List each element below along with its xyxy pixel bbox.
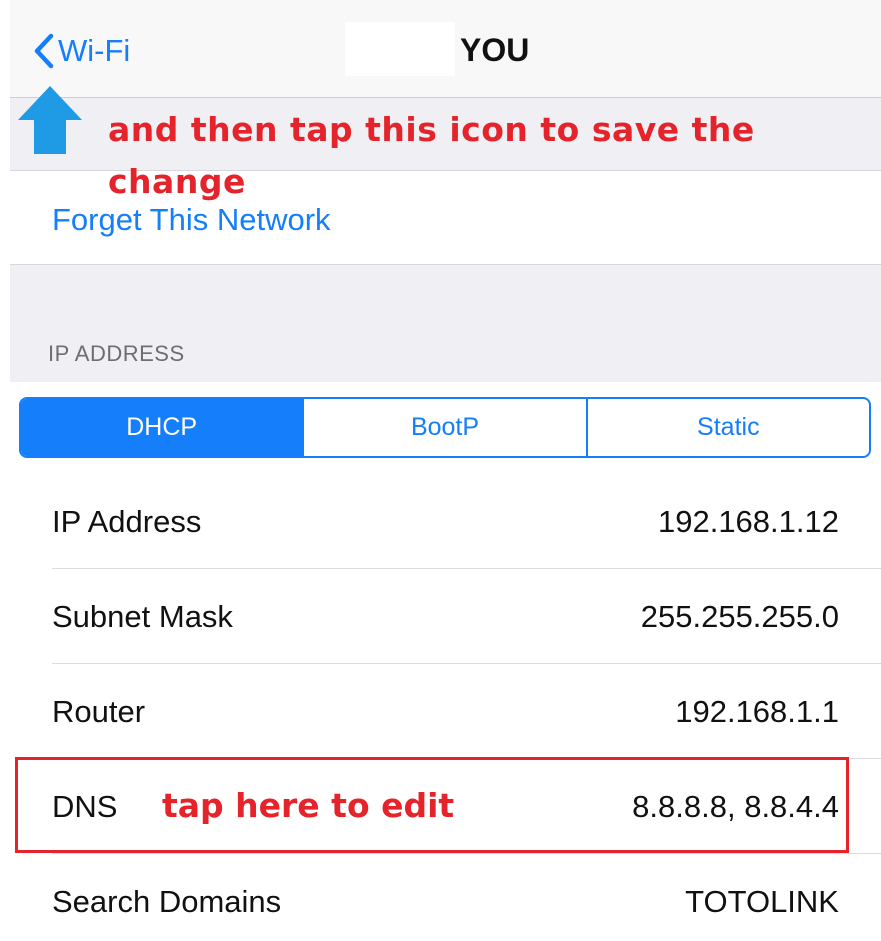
row-label: Router — [52, 694, 146, 729]
screen: Wi-Fi YOU and then tap this icon to save… — [0, 0, 881, 941]
row-search-domains[interactable]: Search Domains TOTOLINK — [10, 854, 881, 941]
ip-mode-segmented-control[interactable]: DHCP BootP Static — [19, 397, 871, 458]
row-ip-address: IP Address 192.168.1.12 — [10, 474, 881, 569]
segment-bootp[interactable]: BootP — [302, 399, 585, 456]
section-header-ip-address: IP ADDRESS — [48, 341, 185, 366]
section-header-area: IP ADDRESS — [10, 264, 881, 382]
navigation-bar: Wi-Fi YOU — [10, 0, 881, 98]
chevron-left-icon — [34, 33, 54, 69]
back-button[interactable]: Wi-Fi — [34, 28, 130, 74]
page-title: YOU — [460, 32, 530, 68]
row-value: 192.168.1.1 — [675, 694, 839, 729]
arrow-up-icon — [16, 84, 84, 161]
row-router: Router 192.168.1.1 — [10, 664, 881, 759]
row-label: Search Domains — [52, 884, 282, 919]
annotation-save-line1: and then tap this icon to save the — [108, 110, 755, 149]
annotation-save-line2: change — [108, 162, 246, 201]
row-subnet-mask: Subnet Mask 255.255.255.0 — [10, 569, 881, 664]
redaction-box — [345, 22, 455, 76]
segment-static[interactable]: Static — [585, 399, 869, 456]
row-value: 192.168.1.12 — [657, 504, 839, 539]
segment-dhcp[interactable]: DHCP — [21, 399, 303, 456]
row-value: TOTOLINK — [685, 884, 839, 919]
row-value: 8.8.8.8, 8.8.4.4 — [632, 789, 839, 824]
row-label: DNS — [52, 789, 118, 824]
row-value: 255.255.255.0 — [640, 599, 839, 634]
row-label: Subnet Mask — [52, 599, 233, 634]
forget-network-button[interactable]: Forget This Network — [52, 202, 331, 238]
annotation-edit-hint: tap here to edit — [162, 786, 455, 825]
row-label: IP Address — [52, 504, 202, 539]
back-button-label: Wi-Fi — [58, 33, 131, 68]
